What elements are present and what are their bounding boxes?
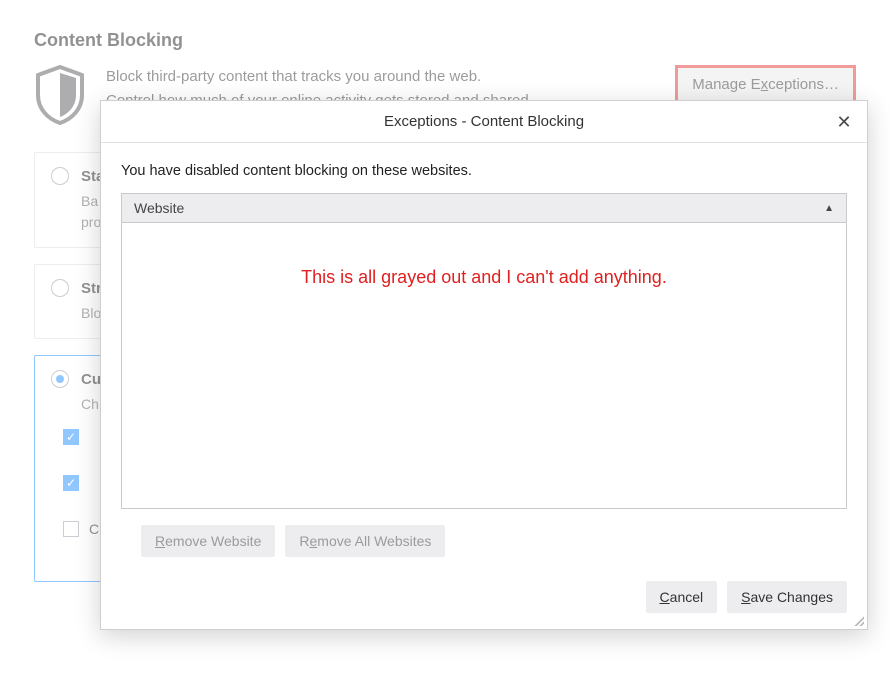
dialog-message: You have disabled content blocking on th… — [121, 163, 847, 179]
remove-all-websites-button[interactable]: Remove All Websites — [285, 525, 445, 557]
resize-grip-icon[interactable] — [852, 614, 864, 626]
dialog-header: Exceptions - Content Blocking ✕ — [101, 101, 867, 143]
col-website-label: Website — [134, 200, 184, 216]
exceptions-dialog: Exceptions - Content Blocking ✕ You have… — [100, 100, 868, 630]
table-header-website[interactable]: Website ▲ — [122, 194, 846, 223]
dialog-footer: Cancel Save Changes — [101, 557, 867, 629]
sort-arrow-icon: ▲ — [824, 203, 834, 214]
dialog-title: Exceptions - Content Blocking — [384, 113, 584, 130]
table-body: This is all grayed out and I can't add a… — [122, 223, 846, 508]
user-annotation: This is all grayed out and I can't add a… — [122, 267, 846, 288]
exceptions-table: Website ▲ This is all grayed out and I c… — [121, 193, 847, 509]
row-actions: Remove Website Remove All Websites — [121, 509, 847, 557]
remove-website-button[interactable]: Remove Website — [141, 525, 275, 557]
cancel-button[interactable]: Cancel — [646, 581, 718, 613]
close-icon[interactable]: ✕ — [831, 109, 857, 135]
save-changes-button[interactable]: Save Changes — [727, 581, 847, 613]
